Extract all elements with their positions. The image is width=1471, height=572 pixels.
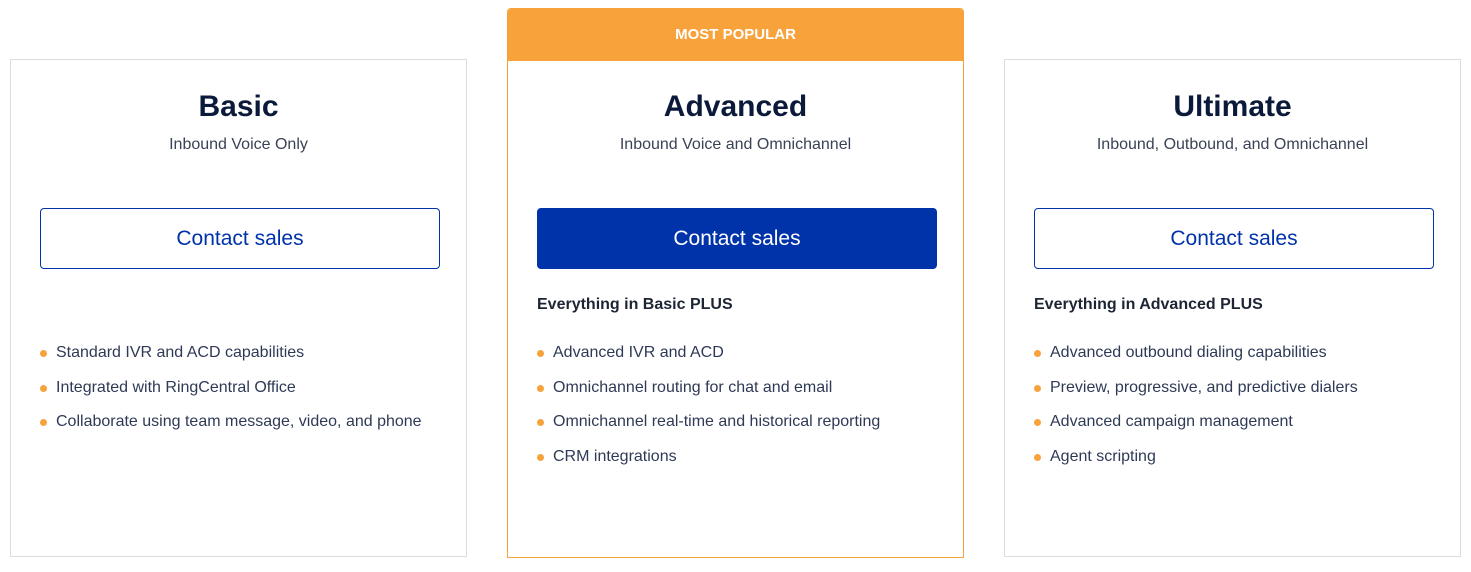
feature-list: Advanced IVR and ACD Omnichannel routing…	[537, 344, 880, 483]
feature-item: Preview, progressive, and predictive dia…	[1034, 379, 1358, 414]
plan-subtitle: Inbound Voice and Omnichannel	[619, 136, 852, 153]
plan-title: Basic	[198, 90, 279, 123]
feature-item: Standard IVR and ACD capabilities	[40, 344, 422, 379]
feature-item: Collaborate using team message, video, a…	[40, 413, 422, 448]
feature-item: Omnichannel real-time and historical rep…	[537, 413, 880, 448]
contact-sales-button[interactable]: Contact sales	[1034, 208, 1434, 269]
includes-label: Everything in Basic PLUS	[537, 296, 733, 313]
plan-card-ultimate: Ultimate Inbound, Outbound, and Omnichan…	[1004, 59, 1461, 557]
feature-item: Integrated with RingCentral Office	[40, 379, 422, 414]
plan-title: Ultimate	[1173, 90, 1292, 123]
plan-subtitle: Inbound, Outbound, and Omnichannel	[1096, 136, 1369, 153]
feature-item: Omnichannel routing for chat and email	[537, 379, 880, 414]
feature-item: Agent scripting	[1034, 448, 1358, 483]
plan-title: Advanced	[663, 90, 808, 123]
includes-label: Everything in Advanced PLUS	[1034, 296, 1263, 313]
feature-list: Advanced outbound dialing capabilities P…	[1034, 344, 1358, 483]
feature-item: Advanced campaign management	[1034, 413, 1358, 448]
plan-card-advanced: MOST POPULAR Advanced Inbound Voice and …	[507, 8, 964, 558]
contact-sales-button[interactable]: Contact sales	[40, 208, 440, 269]
feature-item: Advanced IVR and ACD	[537, 344, 880, 379]
feature-item: Advanced outbound dialing capabilities	[1034, 344, 1358, 379]
most-popular-badge: MOST POPULAR	[508, 9, 963, 61]
plan-card-basic: Basic Inbound Voice Only Contact sales S…	[10, 59, 467, 557]
feature-list: Standard IVR and ACD capabilities Integr…	[40, 344, 422, 448]
feature-item: CRM integrations	[537, 448, 880, 483]
contact-sales-button[interactable]: Contact sales	[537, 208, 937, 269]
plan-subtitle: Inbound Voice Only	[169, 136, 308, 153]
